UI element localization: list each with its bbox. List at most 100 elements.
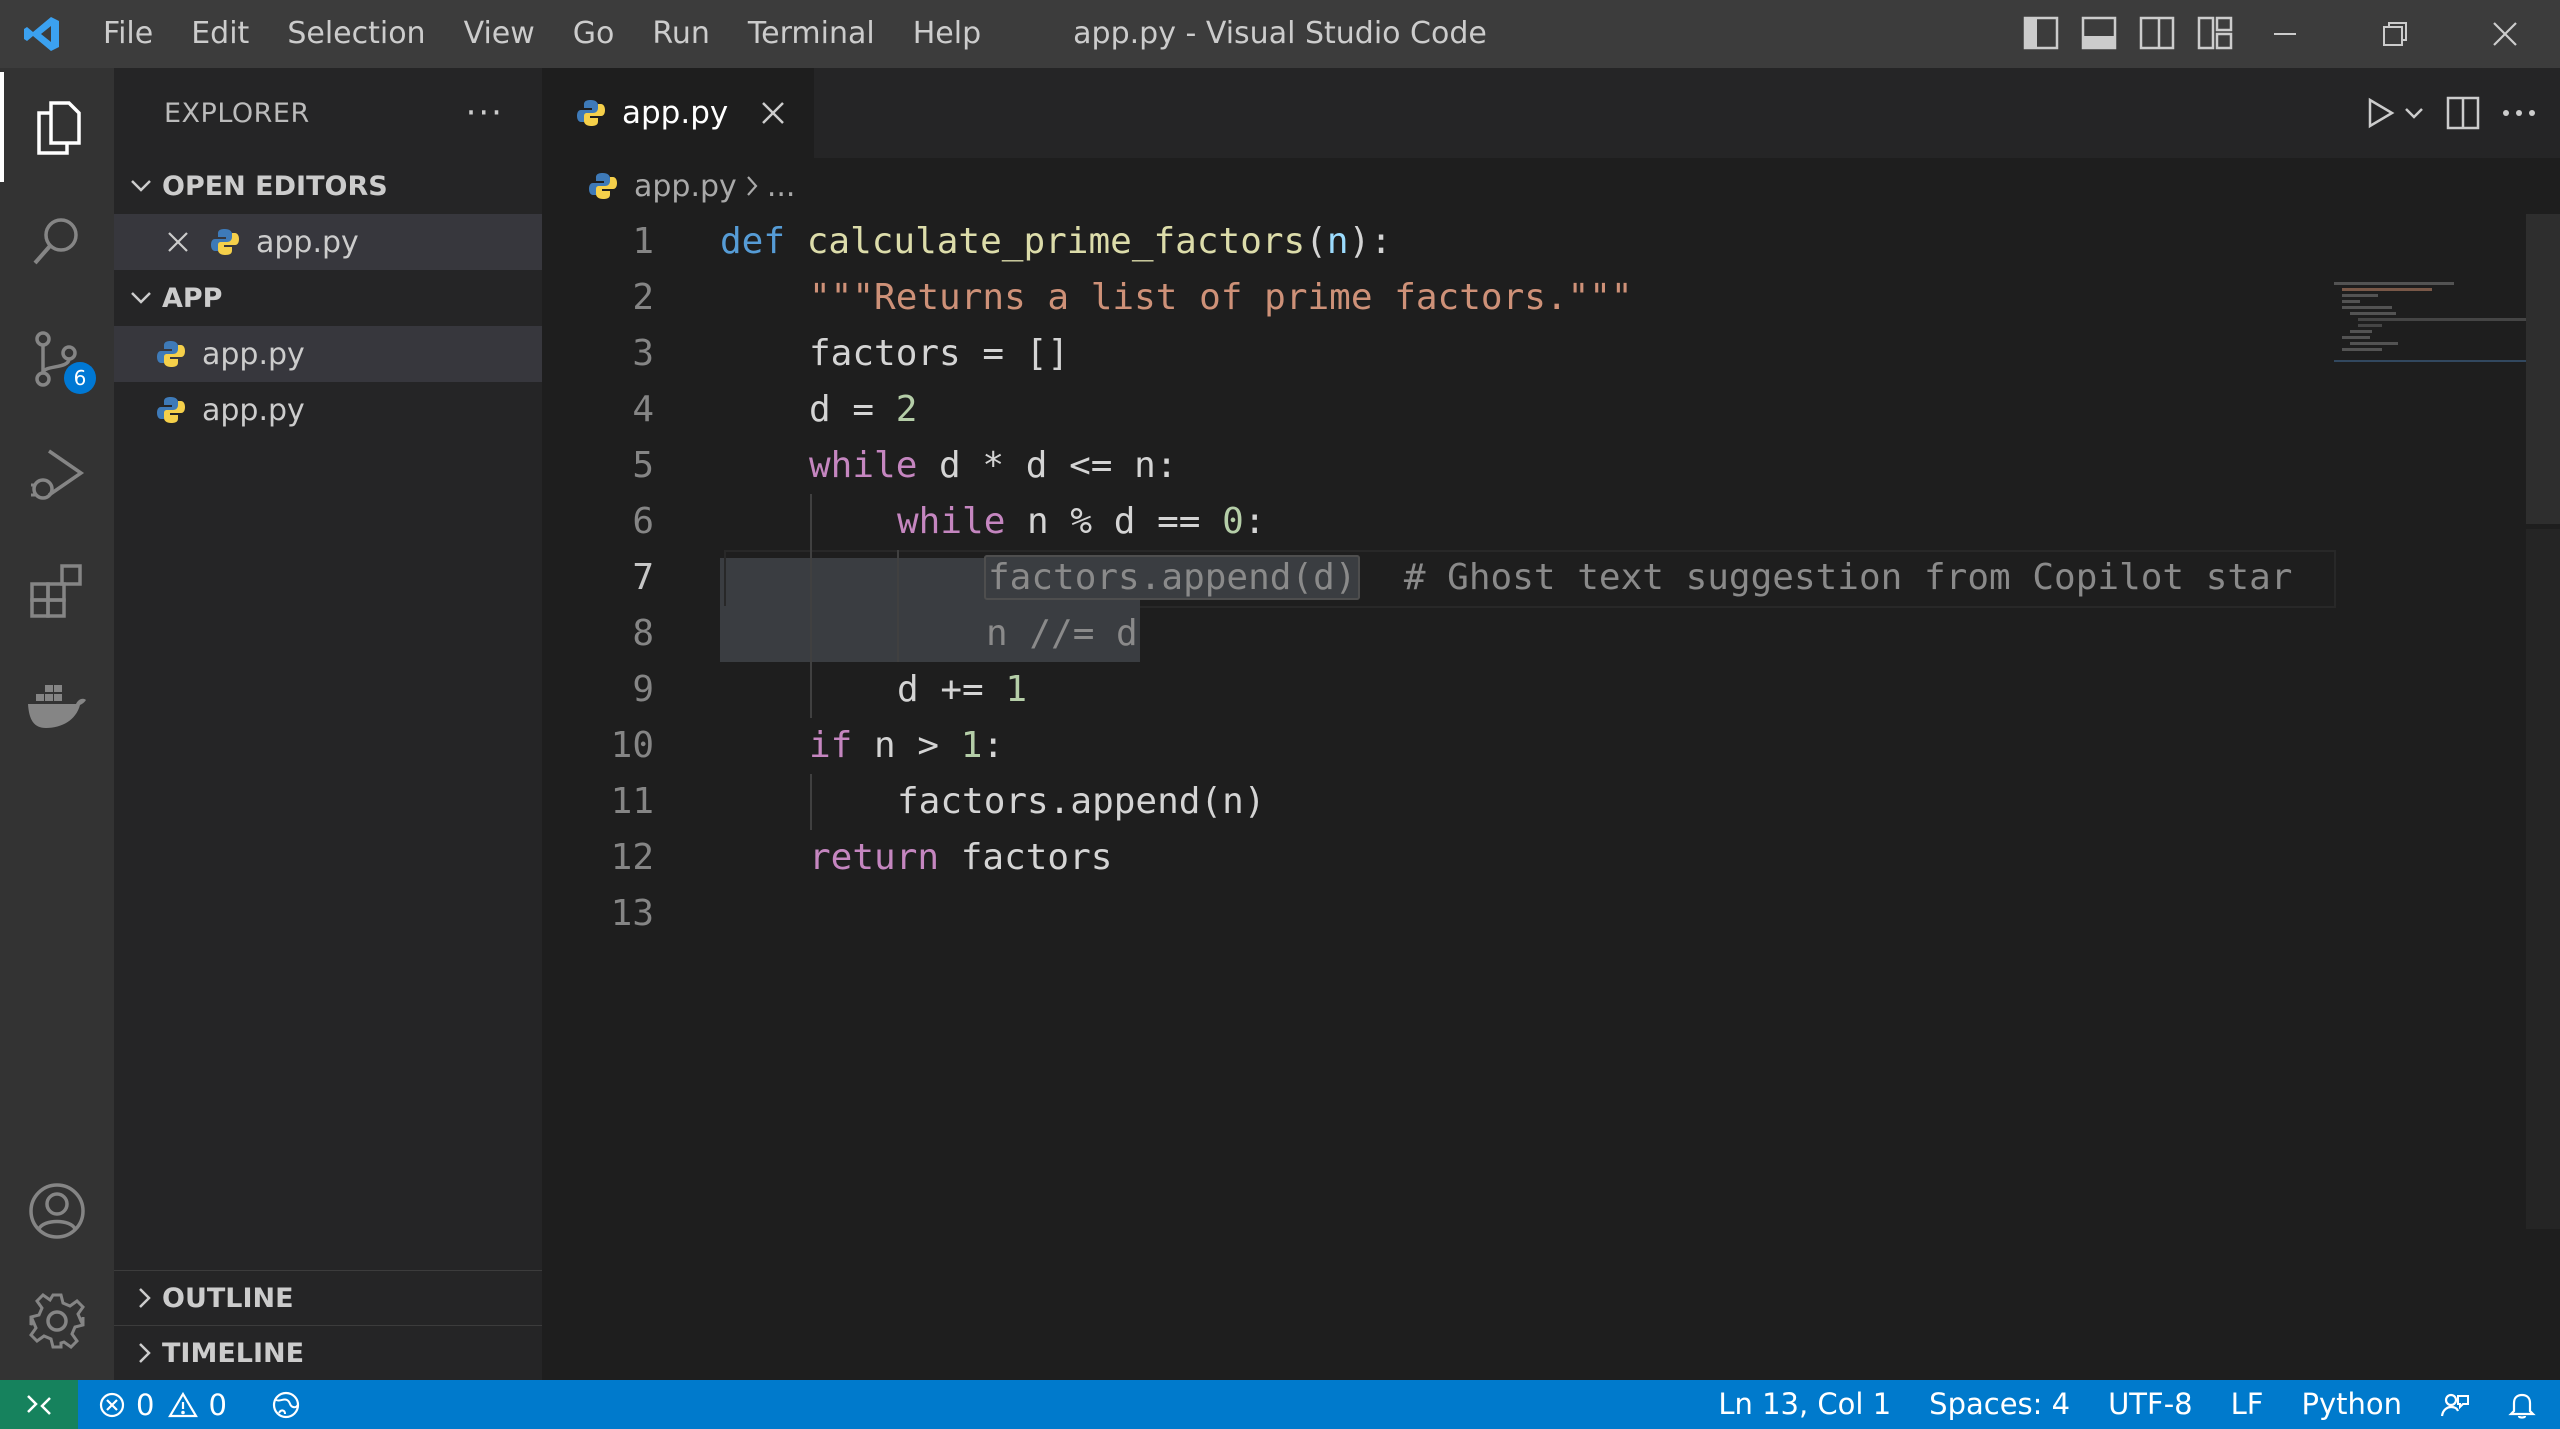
restore-icon[interactable] xyxy=(2340,0,2450,68)
status-bar: 0 0 Ln 13, Col 1 Spaces: 4 UTF-8 LF Pyth… xyxy=(0,1380,2560,1429)
paren: ( xyxy=(1305,221,1327,262)
notifications-bell-icon[interactable] xyxy=(2489,1390,2560,1420)
open-editor-item[interactable]: app.py xyxy=(114,214,542,270)
search-icon[interactable] xyxy=(0,186,114,296)
account-icon[interactable] xyxy=(0,1156,114,1266)
live-share-globe-icon[interactable] xyxy=(271,1390,301,1420)
keyword-while: while xyxy=(897,501,1006,542)
code-text: n % d == xyxy=(1005,501,1223,542)
split-editor-icon[interactable] xyxy=(2446,92,2480,134)
vertical-scrollbar[interactable] xyxy=(2526,214,2560,1380)
code-line: 13 xyxy=(542,886,2332,942)
source-control-icon[interactable]: 6 xyxy=(0,304,114,414)
menu-help[interactable]: Help xyxy=(894,0,1000,68)
chevron-right-icon xyxy=(114,1287,162,1309)
docker-icon[interactable] xyxy=(0,652,114,762)
line-number: 2 xyxy=(632,277,654,318)
breadcrumb-symbols[interactable]: ... xyxy=(767,169,796,204)
language-mode[interactable]: Python xyxy=(2282,1380,2421,1429)
line-number: 13 xyxy=(610,893,654,934)
error-count[interactable]: 0 xyxy=(136,1388,154,1422)
line-number: 4 xyxy=(632,389,654,430)
menu-bar: File Edit Selection View Go Run Terminal… xyxy=(84,0,1000,68)
app-folder-label: APP xyxy=(162,282,223,314)
menu-terminal[interactable]: Terminal xyxy=(729,0,894,68)
breadcrumb: app.py ... xyxy=(542,158,2560,214)
line-number: 7 xyxy=(632,557,654,598)
menu-go[interactable]: Go xyxy=(554,0,634,68)
menu-file[interactable]: File xyxy=(84,0,172,68)
parameter: n xyxy=(1326,221,1349,262)
explorer-more-actions-button[interactable]: ··· xyxy=(466,93,504,133)
explorer-title: EXPLORER xyxy=(164,97,310,129)
extensions-icon[interactable] xyxy=(0,536,114,646)
explorer-sidebar: EXPLORER ··· OPEN EDITORS app.py APP app… xyxy=(114,68,542,1380)
menu-selection[interactable]: Selection xyxy=(268,0,444,68)
settings-gear-icon[interactable] xyxy=(0,1266,114,1376)
line-number: 11 xyxy=(610,781,654,822)
line-number: 6 xyxy=(632,501,654,542)
warning-count[interactable]: 0 xyxy=(208,1388,226,1422)
code-line: 4 d = 2 xyxy=(542,382,2332,438)
more-actions-icon[interactable] xyxy=(2502,92,2536,134)
explorer-icon[interactable] xyxy=(0,72,114,182)
copilot-ghost-text[interactable]: factors.append(d) xyxy=(984,555,1361,600)
error-icon[interactable] xyxy=(98,1391,126,1419)
code-text: n > xyxy=(852,725,961,766)
title-bar: File Edit Selection View Go Run Terminal… xyxy=(0,0,2560,68)
minimap[interactable] xyxy=(2330,214,2528,1314)
number-literal: 2 xyxy=(895,389,918,430)
toggle-secondary-sidebar-icon[interactable] xyxy=(2138,14,2176,52)
keyword-def: def xyxy=(720,221,786,262)
copilot-ghost-text[interactable]: n //= d xyxy=(986,613,1138,654)
toggle-primary-sidebar-icon[interactable] xyxy=(2022,14,2060,52)
function-name: calculate_prime_factors xyxy=(806,221,1306,262)
line-number: 8 xyxy=(632,613,654,654)
outline-section-header[interactable]: OUTLINE xyxy=(114,1270,542,1325)
menu-edit[interactable]: Edit xyxy=(172,0,268,68)
file-tree-item[interactable]: app.py xyxy=(114,326,542,382)
code-line: 11 factors.append(n) xyxy=(542,774,2332,830)
python-file-icon xyxy=(576,97,608,129)
run-debug-icon[interactable] xyxy=(0,420,114,530)
end-of-line[interactable]: LF xyxy=(2212,1380,2283,1429)
encoding[interactable]: UTF-8 xyxy=(2089,1380,2212,1429)
close-window-icon[interactable] xyxy=(2450,0,2560,68)
toggle-panel-icon[interactable] xyxy=(2080,14,2118,52)
feedback-icon[interactable] xyxy=(2421,1390,2489,1420)
code-text: d = xyxy=(809,389,896,430)
code-editor[interactable]: 1 def calculate_prime_factors(n): 2 """R… xyxy=(542,214,2336,1380)
open-editors-label: OPEN EDITORS xyxy=(162,170,388,202)
indentation[interactable]: Spaces: 4 xyxy=(1910,1380,2089,1429)
menu-view[interactable]: View xyxy=(445,0,554,68)
code-line: 2 """Returns a list of prime factors.""" xyxy=(542,270,2332,326)
menu-run[interactable]: Run xyxy=(633,0,729,68)
code-text: : xyxy=(1243,501,1266,542)
python-file-icon xyxy=(588,170,620,202)
open-editors-section-header[interactable]: OPEN EDITORS xyxy=(114,158,542,214)
warning-icon[interactable] xyxy=(168,1391,199,1419)
line-number: 1 xyxy=(632,221,654,262)
code-line: 12 return factors xyxy=(542,830,2332,886)
close-editor-icon[interactable] xyxy=(166,230,198,254)
line-number: 9 xyxy=(632,669,654,710)
keyword-return: return xyxy=(809,837,940,878)
line-number: 3 xyxy=(632,333,654,374)
activity-bar: 6 xyxy=(0,68,114,1380)
run-dropdown-chevron-icon[interactable] xyxy=(2404,92,2424,134)
code-text: factors.append(n) xyxy=(897,781,1266,822)
minimize-icon[interactable] xyxy=(2230,0,2340,68)
tab-app-py[interactable]: app.py xyxy=(542,68,814,158)
code-text: factors xyxy=(939,837,1113,878)
run-python-file-icon[interactable] xyxy=(2366,92,2396,134)
breadcrumb-file[interactable]: app.py xyxy=(634,169,737,204)
remote-window-icon[interactable] xyxy=(0,1380,78,1429)
code-text: factors = [] xyxy=(809,333,1070,374)
app-folder-section-header[interactable]: APP xyxy=(114,270,542,326)
customize-layout-icon[interactable] xyxy=(2196,14,2234,52)
tab-bar: app.py xyxy=(542,68,2560,158)
timeline-section-header[interactable]: TIMELINE xyxy=(114,1325,542,1380)
file-tree-item[interactable]: app.py xyxy=(114,382,542,438)
cursor-position[interactable]: Ln 13, Col 1 xyxy=(1699,1380,1910,1429)
close-tab-icon[interactable] xyxy=(754,94,792,132)
